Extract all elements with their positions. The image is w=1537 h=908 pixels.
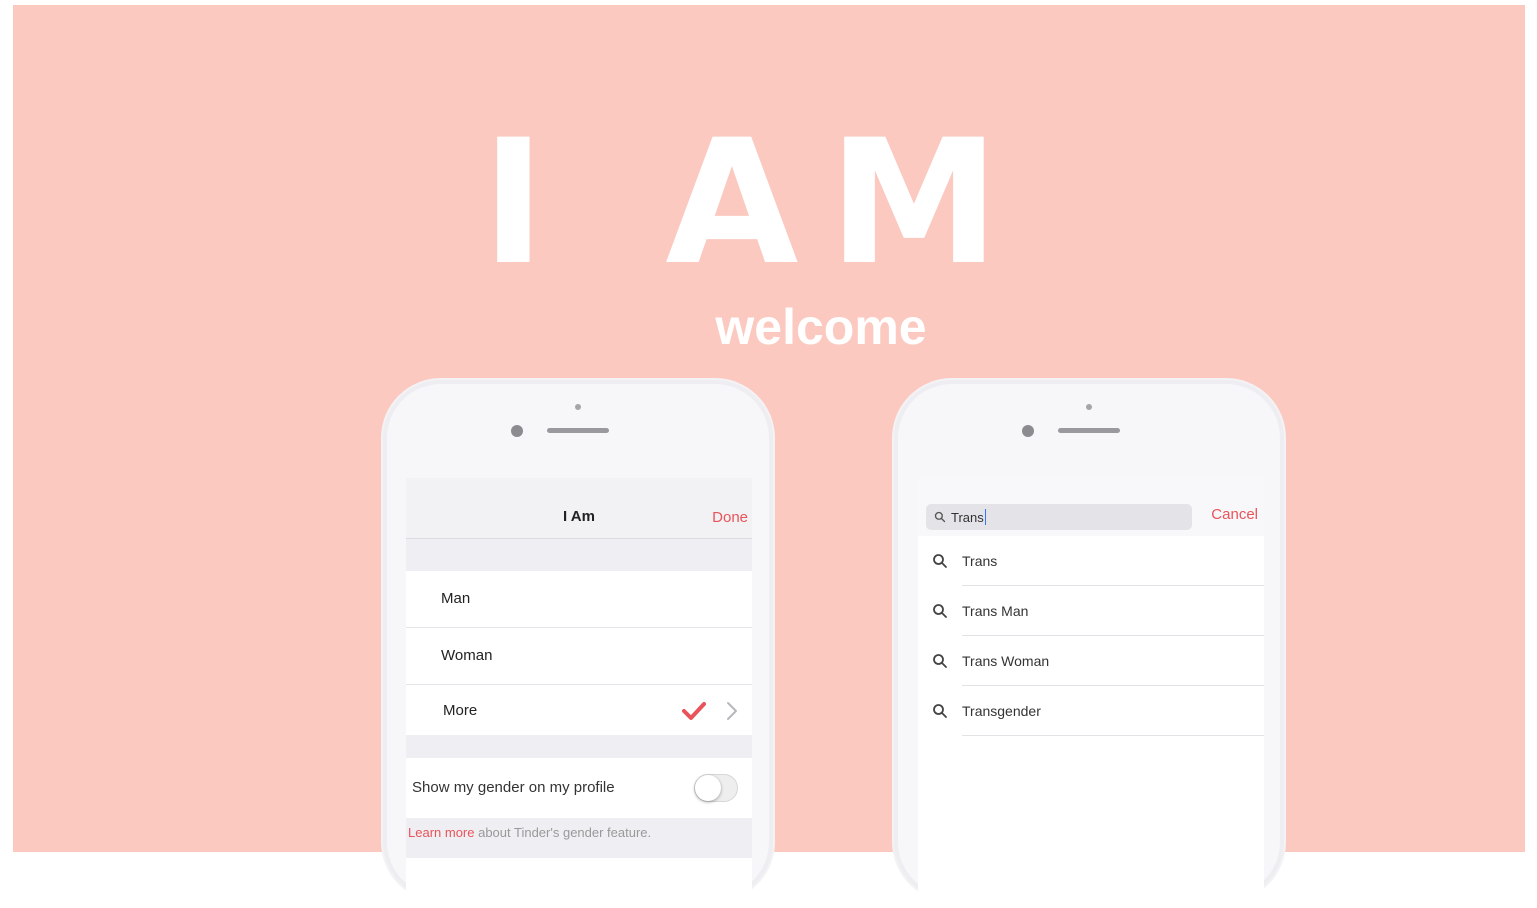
hero-title: I AM (481, 102, 1030, 303)
option-label: Man (441, 590, 471, 607)
text-cursor (984, 509, 986, 525)
toggle-knob (695, 775, 721, 801)
checkmark-icon (682, 702, 706, 720)
phone-sensor (575, 404, 581, 410)
show-gender-label: Show my gender on my profile (412, 779, 615, 796)
footer-note: Learn more about Tinder's gender feature… (406, 818, 752, 858)
phone-speaker (1058, 428, 1120, 433)
section-spacer (406, 539, 752, 571)
search-bar: Trans Cancel (918, 478, 1264, 537)
chevron-right-icon (727, 702, 737, 720)
suggestion-item[interactable]: Transgender (918, 686, 1264, 736)
show-gender-row: Show my gender on my profile (406, 758, 752, 818)
option-man[interactable]: Man (406, 571, 752, 628)
suggestion-label: Transgender (962, 703, 1041, 719)
option-woman[interactable]: Woman (406, 628, 752, 685)
search-icon (933, 554, 947, 568)
right-screen: Trans Cancel Trans Trans Man Trans Woman… (918, 478, 1264, 908)
option-label: Woman (441, 647, 493, 664)
search-icon (934, 511, 946, 523)
search-input[interactable]: Trans (926, 504, 1192, 530)
suggestion-item[interactable]: Trans (918, 536, 1264, 586)
phone-camera (511, 425, 523, 437)
cancel-button[interactable]: Cancel (1211, 506, 1258, 523)
option-more[interactable]: More (406, 685, 752, 741)
left-phone: I Am Done Man Woman More Show my gender … (383, 380, 773, 908)
hero-subtitle: welcome (715, 299, 927, 355)
footer-text: about Tinder's gender feature. (474, 825, 652, 840)
search-query: Trans (951, 509, 984, 525)
search-icon (933, 604, 947, 618)
done-button[interactable]: Done (712, 509, 748, 526)
suggestion-label: Trans Woman (962, 653, 1050, 669)
phone-speaker (547, 428, 609, 433)
learn-more-link[interactable]: Learn more (408, 825, 474, 840)
suggestion-item[interactable]: Trans Man (918, 586, 1264, 636)
phone-camera (1022, 425, 1034, 437)
left-screen: I Am Done Man Woman More Show my gender … (406, 478, 752, 908)
search-icon (933, 704, 947, 718)
show-gender-toggle[interactable] (694, 774, 738, 802)
nav-title: I Am (563, 508, 595, 525)
option-label: More (443, 702, 478, 719)
nav-bar: I Am Done (406, 478, 752, 539)
right-phone: Trans Cancel Trans Trans Man Trans Woman… (894, 380, 1284, 908)
suggestion-label: Trans (962, 553, 998, 569)
suggestion-label: Trans Man (962, 603, 1029, 619)
suggestion-item[interactable]: Trans Woman (918, 636, 1264, 686)
search-icon (933, 654, 947, 668)
phone-sensor (1086, 404, 1092, 410)
